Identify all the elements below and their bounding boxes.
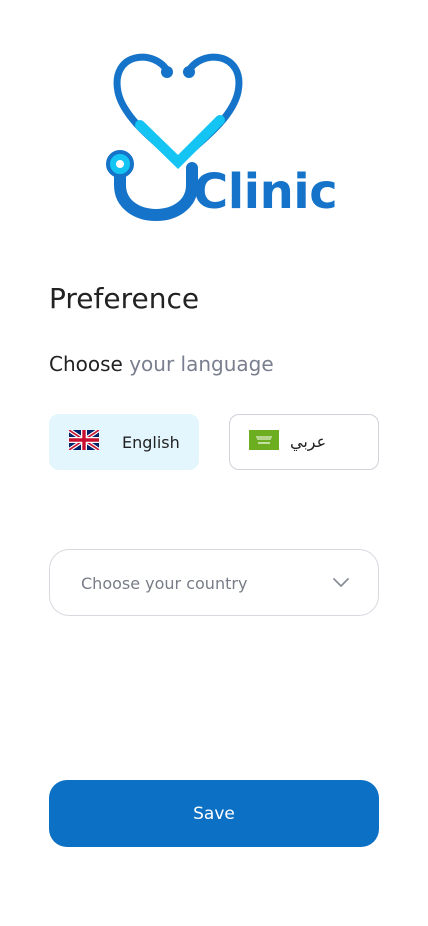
saudi-flag-icon <box>249 430 279 450</box>
language-label-arabic: عربي <box>290 432 327 451</box>
save-button[interactable]: Save <box>49 780 379 847</box>
chevron-down-icon <box>333 578 349 587</box>
language-option-arabic[interactable]: عربي <box>229 414 379 470</box>
language-prompt: Choose your language <box>49 352 274 376</box>
country-dropdown-placeholder: Choose your country <box>81 574 248 593</box>
clinic-logo: Clinic <box>100 50 340 230</box>
language-prompt-prefix: Choose <box>49 352 123 376</box>
logo-wordmark: Clinic <box>193 164 338 220</box>
uk-flag-icon <box>69 430 99 450</box>
language-option-english[interactable]: English <box>49 414 199 470</box>
language-prompt-suffix: your language <box>129 352 274 376</box>
language-label-english: English <box>122 433 180 452</box>
preference-screen: Clinic Preference Choose your language E… <box>0 0 428 926</box>
country-dropdown[interactable]: Choose your country <box>49 549 379 616</box>
page-title: Preference <box>49 282 200 315</box>
